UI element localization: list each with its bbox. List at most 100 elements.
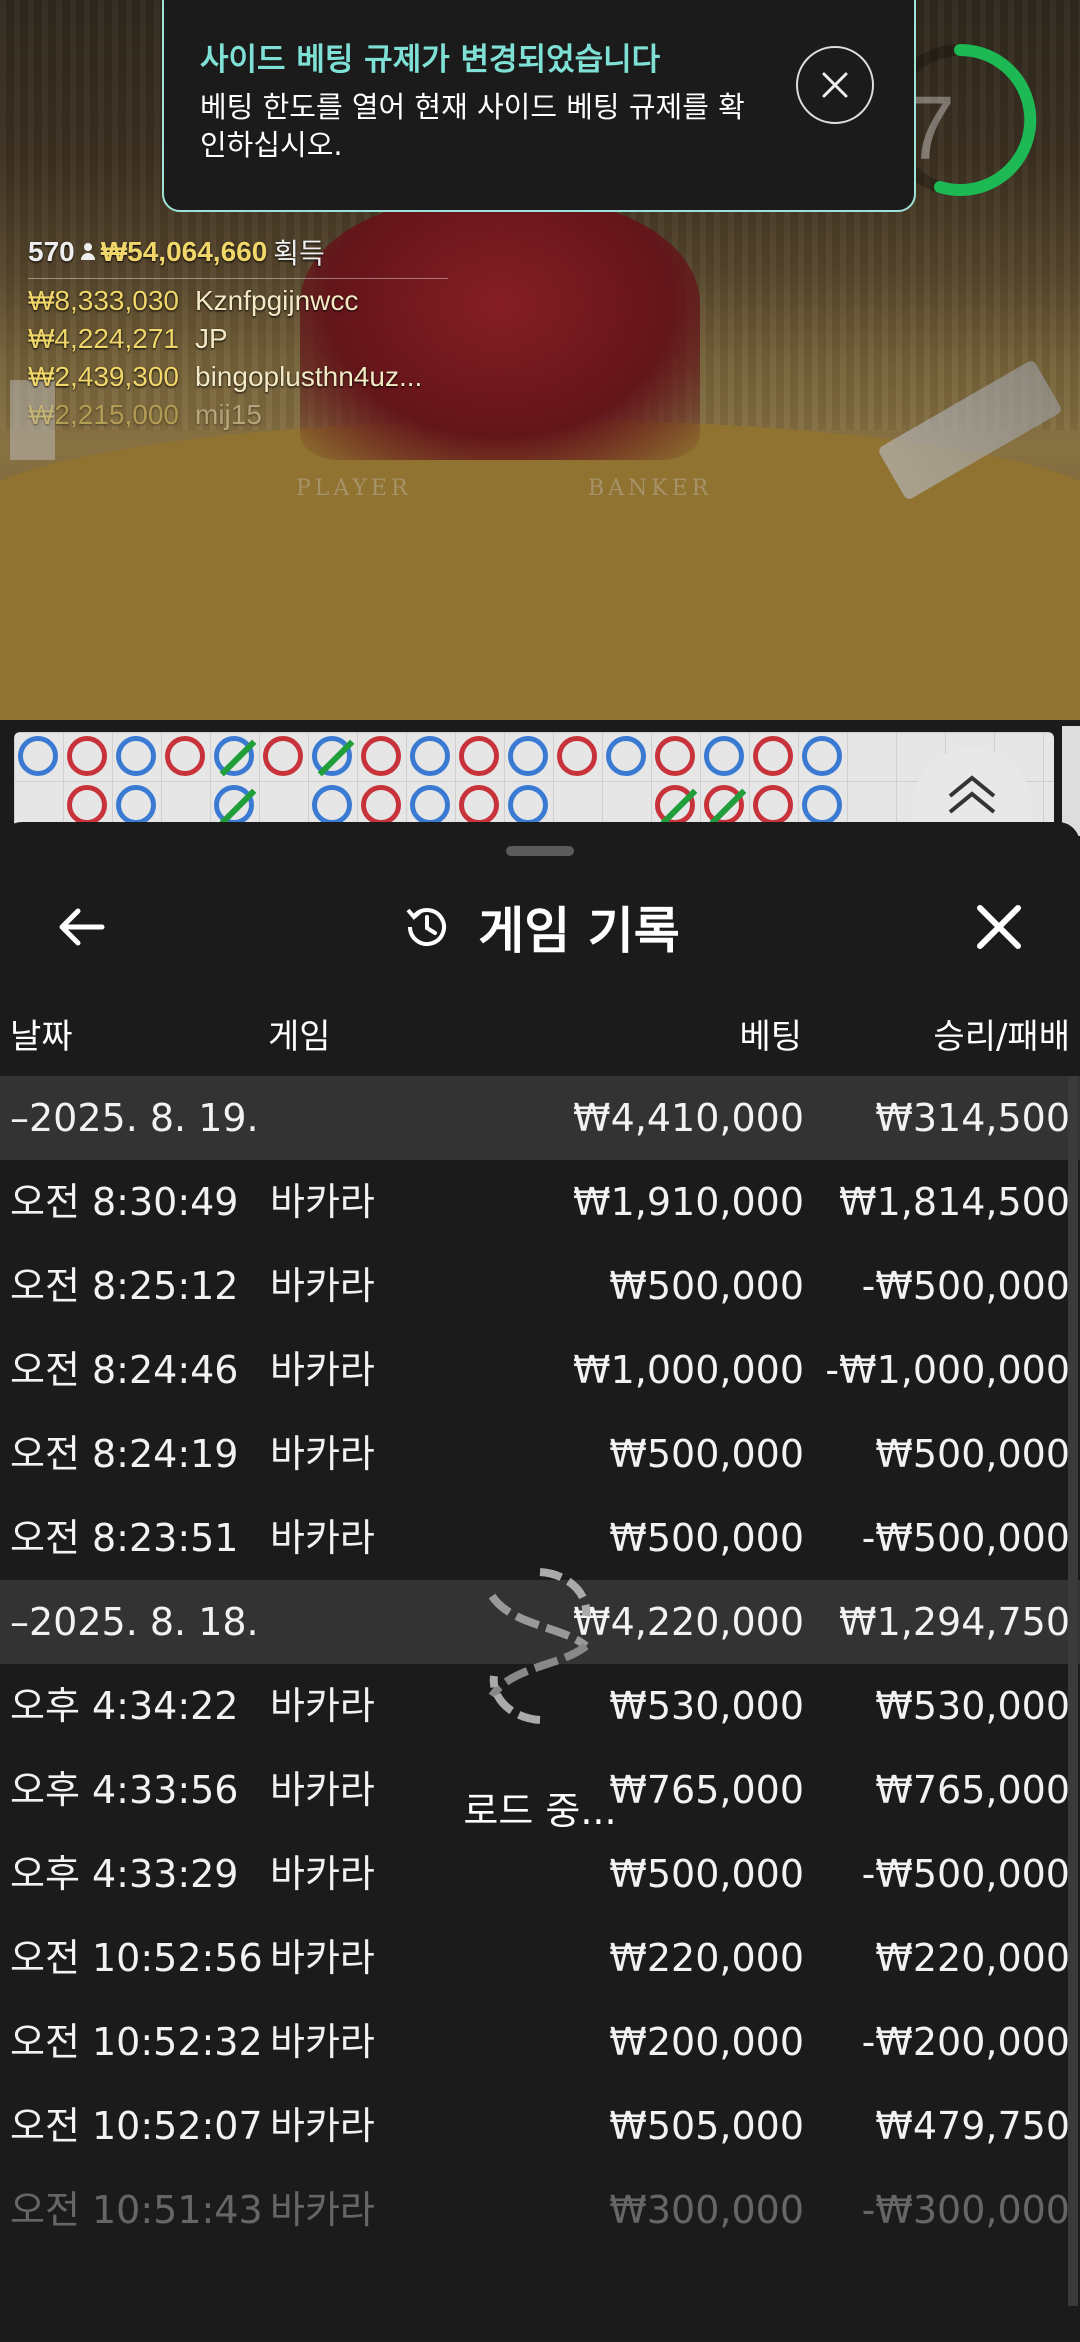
sheet-title: 게임 기록 bbox=[478, 902, 680, 960]
row-result: ₩1,294,750 bbox=[839, 1600, 1070, 1644]
column-header-game[interactable]: 게임 bbox=[268, 1012, 331, 1062]
loading-text: 로드 중... bbox=[463, 1789, 617, 1833]
row-result: -₩200,000 bbox=[861, 2020, 1070, 2064]
winner-amount: ₩2,215,000 bbox=[28, 399, 179, 430]
row-bet: ₩4,220,000 bbox=[573, 1600, 804, 1644]
jackpot-amount: ₩54,064,660 bbox=[100, 236, 268, 267]
row-date: 오후 4:33:29 bbox=[10, 1852, 239, 1896]
winner-row: ₩8,333,030 Kznfpgijnwcc bbox=[28, 285, 448, 317]
column-header-date[interactable]: 날짜 bbox=[10, 1012, 73, 1062]
column-header-result[interactable]: 승리/패배 bbox=[933, 1012, 1070, 1062]
row-bet: ₩530,000 bbox=[609, 1684, 804, 1728]
player-bead bbox=[410, 736, 450, 776]
row-result: ₩220,000 bbox=[875, 1936, 1070, 1980]
history-row[interactable]: 오전 8:24:46 바카라 ₩1,000,000 -₩1,000,000 bbox=[0, 1328, 1080, 1412]
row-game: 바카라 bbox=[270, 1768, 375, 1812]
winner-amount: ₩8,333,030 bbox=[28, 285, 179, 316]
banker-bead bbox=[655, 736, 695, 776]
player-bead bbox=[802, 736, 842, 776]
row-game: 바카라 bbox=[270, 1348, 375, 1392]
row-game: 바카라 bbox=[270, 1516, 375, 1560]
row-result: ₩765,000 bbox=[875, 1768, 1070, 1812]
player-bead bbox=[116, 736, 156, 776]
history-row[interactable]: 오후 4:33:29 바카라 ₩500,000 -₩500,000 bbox=[0, 1832, 1080, 1916]
row-bet: ₩4,410,000 bbox=[573, 1096, 804, 1140]
back-button[interactable] bbox=[46, 892, 116, 962]
banker-bead bbox=[557, 736, 597, 776]
row-result: ₩1,814,500 bbox=[839, 1180, 1070, 1224]
row-date: 오후 4:33:56 bbox=[10, 1768, 239, 1812]
row-bet: ₩500,000 bbox=[609, 1516, 804, 1560]
loading-spinner-icon bbox=[488, 1568, 591, 1724]
row-result: ₩479,750 bbox=[875, 2104, 1070, 2148]
history-icon bbox=[406, 908, 447, 947]
winner-name: mij15 bbox=[195, 399, 262, 430]
row-date: 오전 8:23:51 bbox=[10, 1516, 239, 1560]
row-date: 오전 8:25:12 bbox=[10, 1264, 239, 1308]
row-result: ₩500,000 bbox=[875, 1432, 1070, 1476]
row-date: 오전 8:24:19 bbox=[10, 1432, 239, 1476]
row-result: -₩500,000 bbox=[861, 1264, 1070, 1308]
notification-close-button[interactable] bbox=[796, 46, 874, 124]
banker-bead bbox=[753, 785, 793, 825]
player-bead bbox=[606, 736, 646, 776]
banker-bead bbox=[753, 736, 793, 776]
history-row[interactable]: 오전 8:25:12 바카라 ₩500,000 -₩500,000 bbox=[0, 1244, 1080, 1328]
row-date: –2025. 8. 19. bbox=[10, 1096, 259, 1140]
notification-message: 베팅 한도를 열어 현재 사이드 베팅 규제를 확인하십시오. bbox=[200, 90, 745, 162]
close-sheet-button[interactable] bbox=[964, 892, 1034, 962]
banker-bead bbox=[459, 736, 499, 776]
banker-bead bbox=[655, 785, 695, 825]
banker-bead bbox=[459, 785, 499, 825]
jackpot-player-count: 570 bbox=[28, 236, 75, 267]
player-bead bbox=[312, 785, 352, 825]
scrollbar[interactable] bbox=[1068, 1076, 1078, 2306]
player-bead bbox=[214, 785, 254, 825]
row-date: 오전 8:24:46 bbox=[10, 1348, 239, 1392]
banker-bead bbox=[67, 785, 107, 825]
winner-name: bingoplusthn4uz... bbox=[195, 361, 423, 392]
row-game: 바카라 bbox=[270, 1936, 375, 1980]
banker-bead bbox=[704, 785, 744, 825]
row-bet: ₩500,000 bbox=[609, 1264, 804, 1308]
winner-name: Kznfpgijnwcc bbox=[195, 285, 359, 316]
row-game: 바카라 bbox=[270, 1264, 375, 1308]
date-group-row[interactable]: –2025. 8. 19. ₩4,410,000 ₩314,500 bbox=[0, 1076, 1080, 1160]
row-game: 바카라 bbox=[270, 1852, 375, 1896]
banker-bead bbox=[263, 736, 303, 776]
history-row[interactable]: 오전 10:51:43 바카라 ₩300,000 -₩300,000 bbox=[0, 2168, 1080, 2252]
row-bet: ₩500,000 bbox=[609, 1432, 804, 1476]
row-game: 바카라 bbox=[270, 2020, 375, 2064]
history-row[interactable]: 오전 8:30:49 바카라 ₩1,910,000 ₩1,814,500 bbox=[0, 1160, 1080, 1244]
row-result: -₩300,000 bbox=[861, 2188, 1070, 2232]
history-row[interactable]: 오전 8:24:19 바카라 ₩500,000 ₩500,000 bbox=[0, 1412, 1080, 1496]
winner-row: ₩4,224,271 JP bbox=[28, 323, 448, 355]
side-bet-notification: 사이드 베팅 규제가 변경되었습니다 베팅 한도를 열어 현재 사이드 베팅 규… bbox=[162, 0, 916, 212]
jackpot-panel: 570 ₩54,064,660 획득 ₩8,333,030 Kznfpgijnwc… bbox=[28, 232, 448, 431]
chevron-up-icon bbox=[948, 775, 996, 814]
winner-row: ₩2,215,000 mij15 bbox=[28, 399, 448, 431]
bead-road[interactable] bbox=[14, 732, 1054, 832]
row-bet: ₩500,000 bbox=[609, 1852, 804, 1896]
row-bet: ₩505,000 bbox=[609, 2104, 804, 2148]
history-row[interactable]: 오전 10:52:56 바카라 ₩220,000 ₩220,000 bbox=[0, 1916, 1080, 2000]
row-date: 오전 8:30:49 bbox=[10, 1180, 239, 1224]
row-game: 바카라 bbox=[270, 2104, 375, 2148]
sheet-drag-handle[interactable] bbox=[506, 846, 574, 856]
player-bead bbox=[116, 785, 156, 825]
banker-bead bbox=[361, 736, 401, 776]
close-icon bbox=[977, 905, 1021, 949]
row-game: 바카라 bbox=[270, 2188, 375, 2232]
jackpot-summary: 570 ₩54,064,660 획득 bbox=[28, 232, 448, 279]
row-result: ₩314,500 bbox=[875, 1096, 1070, 1140]
row-bet: ₩1,910,000 bbox=[573, 1180, 804, 1224]
column-header-bet[interactable]: 베팅 bbox=[739, 1012, 802, 1062]
person-icon bbox=[80, 243, 95, 261]
player-bead bbox=[18, 736, 58, 776]
banker-bead bbox=[165, 736, 205, 776]
player-bead bbox=[508, 736, 548, 776]
history-row[interactable]: 오전 10:52:32 바카라 ₩200,000 -₩200,000 bbox=[0, 2000, 1080, 2084]
row-result: -₩500,000 bbox=[861, 1852, 1070, 1896]
history-row[interactable]: 오전 10:52:07 바카라 ₩505,000 ₩479,750 bbox=[0, 2084, 1080, 2168]
player-bead bbox=[410, 785, 450, 825]
